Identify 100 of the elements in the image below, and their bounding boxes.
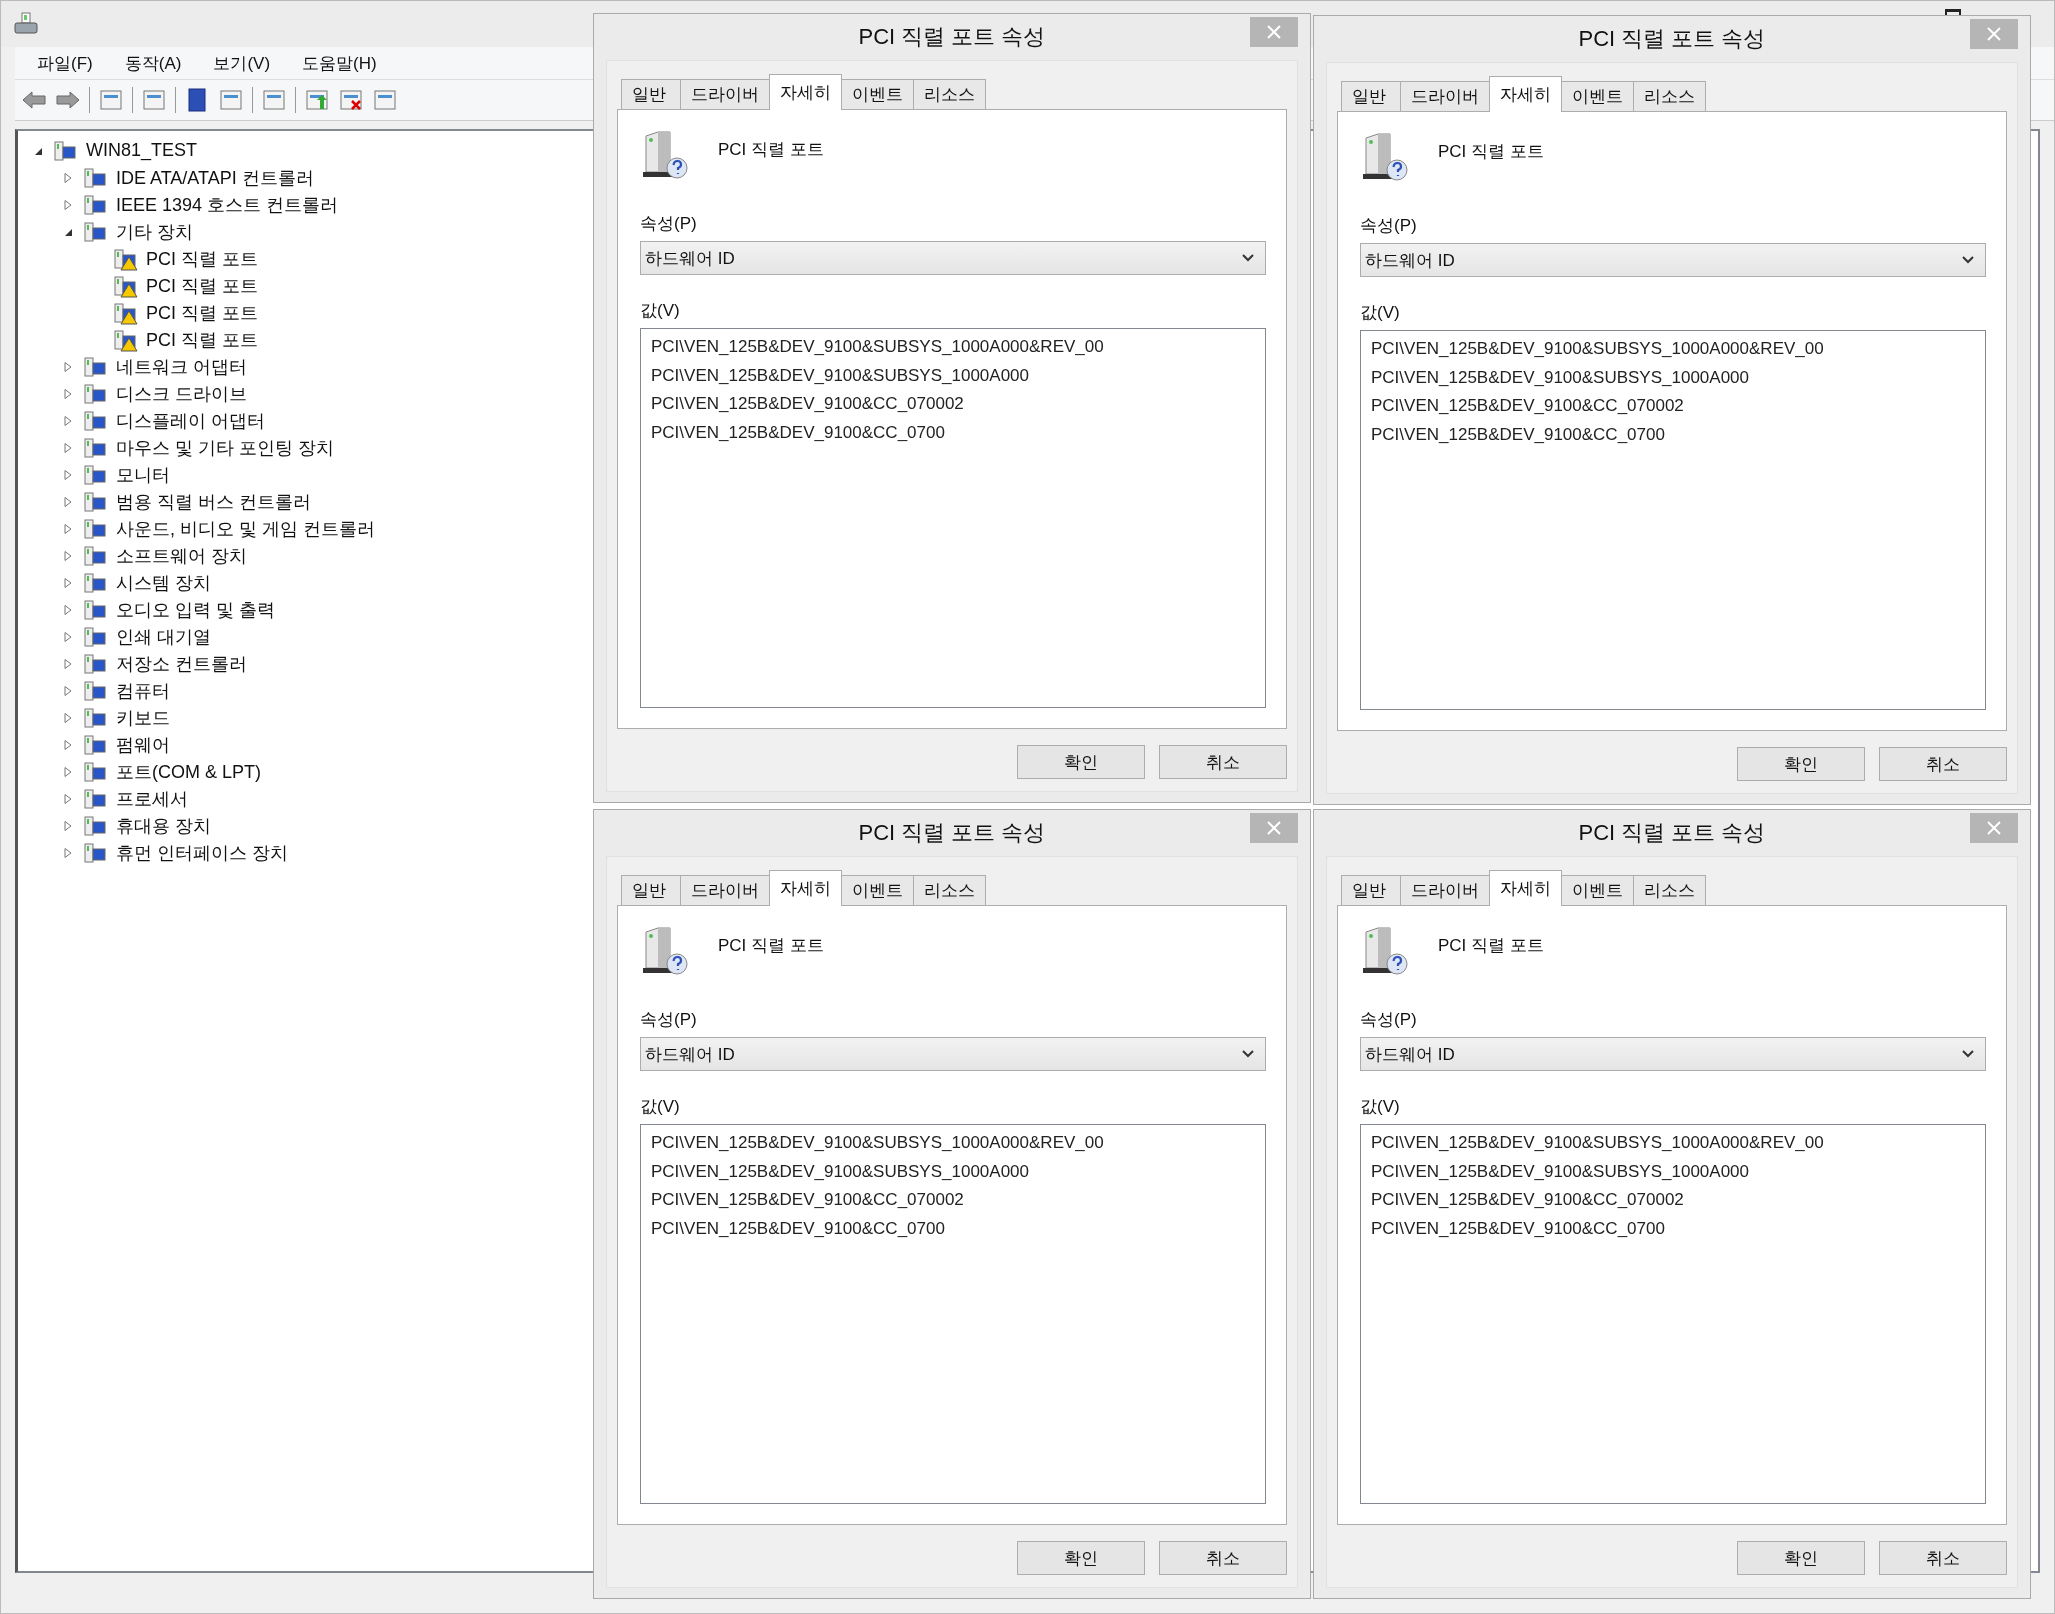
- tree-item[interactable]: 마우스 및 기타 포인팅 장치: [116, 435, 334, 460]
- device-name: PCI 직렬 포트: [718, 139, 824, 161]
- device-icon: [1360, 924, 1410, 978]
- tree-item[interactable]: WIN81_TEST: [86, 140, 198, 161]
- tree-item[interactable]: 디스크 드라이브: [116, 381, 247, 406]
- value-list[interactable]: PCI\VEN_125B&DEV_9100&SUBSYS_1000A000&REV_00 PCI\VEN_125B&DEV_9100&SUBSYS_1000A000 PCI\VEN_125B&DEV_9100&CC_070002 PCI\VEN_125B&DEV_9100&CC_0700: [640, 1124, 1266, 1504]
- close-button[interactable]: [1970, 19, 2018, 49]
- ok-button[interactable]: 확인: [1017, 745, 1145, 779]
- cancel-button[interactable]: 취소: [1159, 1541, 1287, 1575]
- tab[interactable]: 일반: [1341, 81, 1401, 111]
- tree-item[interactable]: PCI 직렬 포트: [146, 246, 258, 271]
- property-dropdown[interactable]: 하드웨어 ID: [1360, 243, 1986, 277]
- property-dropdown[interactable]: 하드웨어 ID: [640, 241, 1266, 275]
- device-icon: [82, 543, 108, 568]
- list-item[interactable]: PCI\VEN_125B&DEV_9100&SUBSYS_1000A000&REV_00: [651, 1129, 1104, 1158]
- tree-item[interactable]: 시스템 장치: [116, 570, 211, 595]
- menu-item[interactable]: 도움말(H): [290, 51, 389, 75]
- tab[interactable]: 자세히: [769, 74, 842, 110]
- value-list[interactable]: PCI\VEN_125B&DEV_9100&SUBSYS_1000A000&REV_00 PCI\VEN_125B&DEV_9100&SUBSYS_1000A000 PCI\VEN_125B&DEV_9100&CC_070002 PCI\VEN_125B&DEV_9100&CC_0700: [1360, 1124, 1986, 1504]
- list-item[interactable]: PCI\VEN_125B&DEV_9100&SUBSYS_1000A000&REV_00: [1371, 335, 1824, 364]
- device-icon: [82, 381, 108, 406]
- tree-item[interactable]: 기타 장치: [116, 219, 193, 244]
- tab[interactable]: 드라이버: [680, 875, 770, 905]
- tab[interactable]: 일반: [621, 79, 681, 109]
- tree-item[interactable]: 휴먼 인터페이스 장치: [116, 840, 288, 865]
- cancel-button[interactable]: 취소: [1879, 1541, 2007, 1575]
- device-icon: [82, 408, 108, 433]
- ok-button[interactable]: 확인: [1017, 1541, 1145, 1575]
- dialog-title: PCI 직렬 포트 속성: [858, 23, 1046, 51]
- list-item[interactable]: PCI\VEN_125B&DEV_9100&CC_070002: [651, 1186, 964, 1215]
- tab[interactable]: 리소스: [913, 79, 986, 109]
- tree-item[interactable]: 포트(COM & LPT): [116, 759, 261, 784]
- tree-item[interactable]: IEEE 1394 호스트 컨트롤러: [116, 192, 339, 217]
- device-icon: [82, 192, 108, 217]
- close-button[interactable]: [1250, 17, 1298, 47]
- tab[interactable]: 리소스: [1633, 875, 1706, 905]
- tree-item[interactable]: PCI 직렬 포트: [146, 273, 258, 298]
- tab[interactable]: 리소스: [1633, 81, 1706, 111]
- tree-item[interactable]: 오디오 입력 및 출력: [116, 597, 275, 622]
- tree-item[interactable]: PCI 직렬 포트: [146, 300, 258, 325]
- update-driver-icon[interactable]: [304, 87, 330, 113]
- device-icon: [82, 705, 108, 730]
- tab[interactable]: 드라이버: [680, 79, 770, 109]
- tab[interactable]: 리소스: [913, 875, 986, 905]
- device-icon: [82, 840, 108, 865]
- tree-item[interactable]: 휴대용 장치: [116, 813, 211, 838]
- cancel-button[interactable]: 취소: [1879, 747, 2007, 781]
- tree-item[interactable]: 범용 직렬 버스 컨트롤러: [116, 489, 311, 514]
- property-dropdown[interactable]: 하드웨어 ID: [1360, 1037, 1986, 1071]
- ok-button[interactable]: 확인: [1737, 1541, 1865, 1575]
- list-item[interactable]: PCI\VEN_125B&DEV_9100&CC_070002: [1371, 392, 1684, 421]
- property-dropdown[interactable]: 하드웨어 ID: [640, 1037, 1266, 1071]
- uninstall-icon[interactable]: [338, 87, 364, 113]
- tab[interactable]: 드라이버: [1400, 81, 1490, 111]
- cancel-button[interactable]: 취소: [1159, 745, 1287, 779]
- tree-item[interactable]: 네트워크 어댑터: [116, 354, 247, 379]
- ok-button[interactable]: 확인: [1737, 747, 1865, 781]
- menu-item[interactable]: 파일(F): [25, 51, 105, 75]
- tab[interactable]: 자세히: [1489, 870, 1562, 906]
- tree-item[interactable]: PCI 직렬 포트: [146, 327, 258, 352]
- value-list[interactable]: PCI\VEN_125B&DEV_9100&SUBSYS_1000A000&REV_00 PCI\VEN_125B&DEV_9100&SUBSYS_1000A000 PCI\VEN_125B&DEV_9100&CC_070002 PCI\VEN_125B&DEV_9100&CC_0700: [640, 328, 1266, 708]
- tab[interactable]: 이벤트: [1561, 81, 1634, 111]
- list-item[interactable]: PCI\VEN_125B&DEV_9100&CC_0700: [651, 1214, 945, 1243]
- tab[interactable]: 드라이버: [1400, 875, 1490, 905]
- tree-item[interactable]: 컴퓨터: [116, 678, 170, 703]
- list-item[interactable]: PCI\VEN_125B&DEV_9100&SUBSYS_1000A000: [1371, 1157, 1750, 1186]
- tree-item[interactable]: 사운드, 비디오 및 게임 컨트롤러: [116, 516, 375, 541]
- tab[interactable]: 이벤트: [1561, 875, 1634, 905]
- list-item[interactable]: PCI\VEN_125B&DEV_9100&CC_0700: [1371, 1214, 1665, 1243]
- value-list[interactable]: PCI\VEN_125B&DEV_9100&SUBSYS_1000A000&REV_00 PCI\VEN_125B&DEV_9100&SUBSYS_1000A000 PCI\VEN_125B&DEV_9100&CC_070002 PCI\VEN_125B&DEV_9100&CC_0700: [1360, 330, 1986, 710]
- dialog-title: PCI 직렬 포트 속성: [1578, 25, 1766, 53]
- tree-item[interactable]: 소프트웨어 장치: [116, 543, 247, 568]
- menu-item[interactable]: 동작(A): [112, 51, 194, 75]
- tree-item[interactable]: 인쇄 대기열: [116, 624, 211, 649]
- tab[interactable]: 이벤트: [841, 79, 914, 109]
- tree-item[interactable]: 저장소 컨트롤러: [116, 651, 247, 676]
- list-item[interactable]: PCI\VEN_125B&DEV_9100&SUBSYS_1000A000&REV_00: [651, 333, 1104, 362]
- tab[interactable]: 일반: [621, 875, 681, 905]
- tab[interactable]: 이벤트: [841, 875, 914, 905]
- property-label: 속성(P): [1360, 1009, 1417, 1031]
- close-button[interactable]: [1250, 813, 1298, 843]
- list-item[interactable]: PCI\VEN_125B&DEV_9100&SUBSYS_1000A000: [651, 1157, 1030, 1186]
- tree-item[interactable]: 키보드: [116, 705, 170, 730]
- list-item[interactable]: PCI\VEN_125B&DEV_9100&SUBSYS_1000A000&REV_00: [1371, 1129, 1824, 1158]
- menu-item[interactable]: 보기(V): [201, 51, 283, 75]
- list-item[interactable]: PCI\VEN_125B&DEV_9100&CC_0700: [651, 418, 945, 447]
- tab[interactable]: 자세히: [769, 870, 842, 906]
- tree-item[interactable]: 펌웨어: [116, 732, 170, 757]
- tree-item[interactable]: 프로세서: [116, 786, 188, 811]
- list-item[interactable]: PCI\VEN_125B&DEV_9100&SUBSYS_1000A000: [651, 361, 1030, 390]
- list-item[interactable]: PCI\VEN_125B&DEV_9100&SUBSYS_1000A000: [1371, 363, 1750, 392]
- close-button[interactable]: [1970, 813, 2018, 843]
- tab[interactable]: 일반: [1341, 875, 1401, 905]
- list-item[interactable]: PCI\VEN_125B&DEV_9100&CC_070002: [1371, 1186, 1684, 1215]
- list-item[interactable]: PCI\VEN_125B&DEV_9100&CC_0700: [1371, 420, 1665, 449]
- tree-item[interactable]: 디스플레이 어댑터: [116, 408, 265, 433]
- list-item[interactable]: PCI\VEN_125B&DEV_9100&CC_070002: [651, 390, 964, 419]
- tab[interactable]: 자세히: [1489, 76, 1562, 112]
- tree-item[interactable]: IDE ATA/ATAPI 컨트롤러: [116, 165, 314, 190]
- tree-item[interactable]: 모니터: [116, 462, 170, 487]
